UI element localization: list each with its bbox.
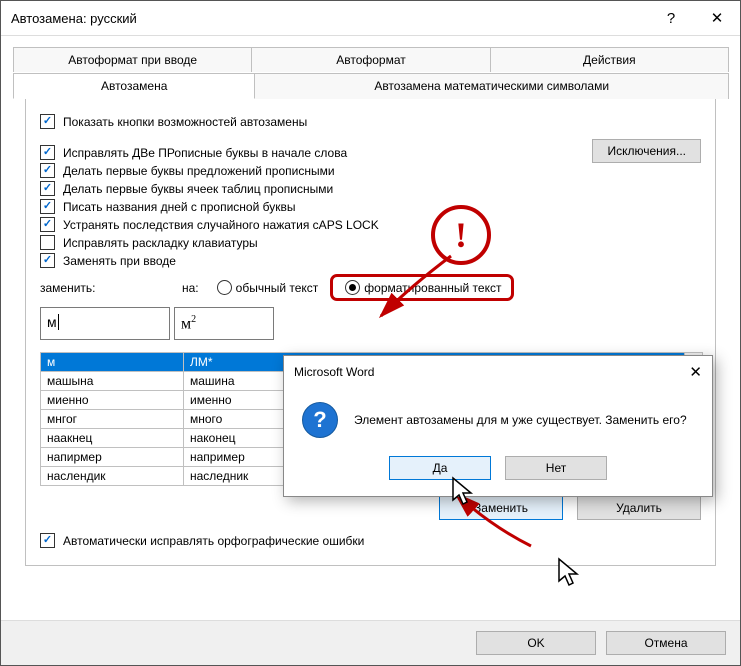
check-icon: ✓	[40, 533, 55, 548]
checkbox-show-buttons[interactable]: ✓ Показать кнопки возможностей автозамен…	[40, 114, 701, 129]
checkbox-replace-typing[interactable]: ✓ Заменять при вводе	[40, 253, 701, 268]
label-replace: заменить:	[40, 281, 170, 295]
exceptions-button[interactable]: Исключения...	[592, 139, 701, 163]
confirm-footer: Да Нет	[284, 448, 712, 496]
checkbox-label: Писать названия дней с прописной буквы	[63, 200, 295, 214]
yes-button[interactable]: Да	[389, 456, 491, 480]
tab-math-autocorrect[interactable]: Автозамена математическими символами	[254, 73, 729, 99]
table-header-col1: м	[41, 353, 184, 371]
checkbox-label: Исправлять раскладку клавиатуры	[63, 236, 258, 250]
checkbox-first-sentence[interactable]: ✓ Делать первые буквы предложений пропис…	[40, 163, 701, 178]
table-cell: напирмер	[41, 448, 184, 466]
confirm-dialog: Microsoft Word ✕ ? Элемент автозамены дл…	[283, 355, 713, 497]
tabs-row-1: Автоформат при вводе Автоформат Действия	[13, 46, 728, 72]
tab-autoformat[interactable]: Автоформат	[251, 47, 490, 72]
checkbox-keyboard[interactable]: ✓ Исправлять раскладку клавиатуры	[40, 235, 701, 250]
checkbox-label: Исправлять ДВе ПРописные буквы в начале …	[63, 146, 347, 160]
radio-icon	[345, 280, 360, 295]
checkbox-label: Показать кнопки возможностей автозамены	[63, 115, 307, 129]
with-input-value: м	[181, 315, 191, 332]
replace-inputs-row: м м2	[40, 307, 701, 340]
with-input-sup: 2	[191, 314, 196, 325]
replace-input[interactable]: м	[40, 307, 170, 340]
with-input[interactable]: м2	[174, 307, 274, 340]
radio-plain-label: обычный текст	[236, 281, 319, 295]
autocorrect-dialog: Автозамена: русский ? ✕ Автоформат при в…	[0, 0, 741, 666]
table-cell: мнгог	[41, 410, 184, 428]
check-icon: ✓	[40, 181, 55, 196]
check-icon: ✓	[40, 114, 55, 129]
replace-button[interactable]: Заменить	[439, 496, 563, 520]
no-button[interactable]: Нет	[505, 456, 607, 480]
confirm-close-button[interactable]: ✕	[689, 363, 702, 381]
table-cell: наслендик	[41, 467, 184, 485]
ok-button[interactable]: OK	[476, 631, 596, 655]
cancel-button[interactable]: Отмена	[606, 631, 726, 655]
checkbox-days[interactable]: ✓ Писать названия дней с прописной буквы	[40, 199, 701, 214]
check-icon: ✓	[40, 217, 55, 232]
tab-autocorrect[interactable]: Автозамена	[13, 73, 255, 99]
help-button[interactable]: ?	[648, 1, 694, 35]
confirm-title: Microsoft Word	[294, 365, 374, 379]
check-icon: ✓	[40, 199, 55, 214]
check-icon: ✓	[40, 235, 55, 250]
checkbox-label: Автоматически исправлять орфографические…	[63, 534, 364, 548]
delete-button[interactable]: Удалить	[577, 496, 701, 520]
dialog-title: Автозамена: русский	[11, 11, 648, 26]
radio-formatted-text[interactable]: форматированный текст	[345, 280, 501, 295]
checkbox-label: Делать первые буквы предложений прописны…	[63, 164, 335, 178]
checkbox-first-cells[interactable]: ✓ Делать первые буквы ячеек таблиц пропи…	[40, 181, 701, 196]
table-cell: машына	[41, 372, 184, 390]
table-action-row: Заменить Удалить	[40, 496, 701, 520]
replace-with-row: заменить: на: обычный текст форматирован…	[40, 274, 701, 301]
checkbox-capslock[interactable]: ✓ Устранять последствия случайного нажат…	[40, 217, 701, 232]
radio-plain-text[interactable]: обычный текст	[217, 280, 319, 295]
label-with: на:	[182, 281, 199, 295]
checkbox-label: Устранять последствия случайного нажатия…	[63, 218, 379, 232]
replace-input-value: м	[47, 314, 57, 330]
checkbox-auto-spell[interactable]: ✓ Автоматически исправлять орфографическ…	[40, 533, 701, 548]
table-cell: миенно	[41, 391, 184, 409]
tab-actions[interactable]: Действия	[490, 47, 729, 72]
table-cell: наакнец	[41, 429, 184, 447]
radio-icon	[217, 280, 232, 295]
checkbox-label: Делать первые буквы ячеек таблиц прописн…	[63, 182, 333, 196]
close-button[interactable]: ✕	[694, 1, 740, 35]
question-icon: ?	[302, 402, 338, 438]
checkbox-label: Заменять при вводе	[63, 254, 176, 268]
check-icon: ✓	[40, 163, 55, 178]
confirm-text: Элемент автозамены для м уже существует.…	[354, 413, 687, 427]
radio-formatted-label: форматированный текст	[364, 281, 501, 295]
tabs-row-2: Автозамена Автозамена математическими си…	[13, 72, 728, 99]
confirm-body: ? Элемент автозамены для м уже существуе…	[284, 388, 712, 448]
check-icon: ✓	[40, 145, 55, 160]
confirm-titlebar: Microsoft Word ✕	[284, 356, 712, 388]
titlebar: Автозамена: русский ? ✕	[1, 1, 740, 36]
dialog-footer: OK Отмена	[1, 620, 740, 665]
tab-autoformat-typing[interactable]: Автоформат при вводе	[13, 47, 252, 72]
annotation-formatted-highlight: форматированный текст	[330, 274, 514, 301]
check-icon: ✓	[40, 253, 55, 268]
